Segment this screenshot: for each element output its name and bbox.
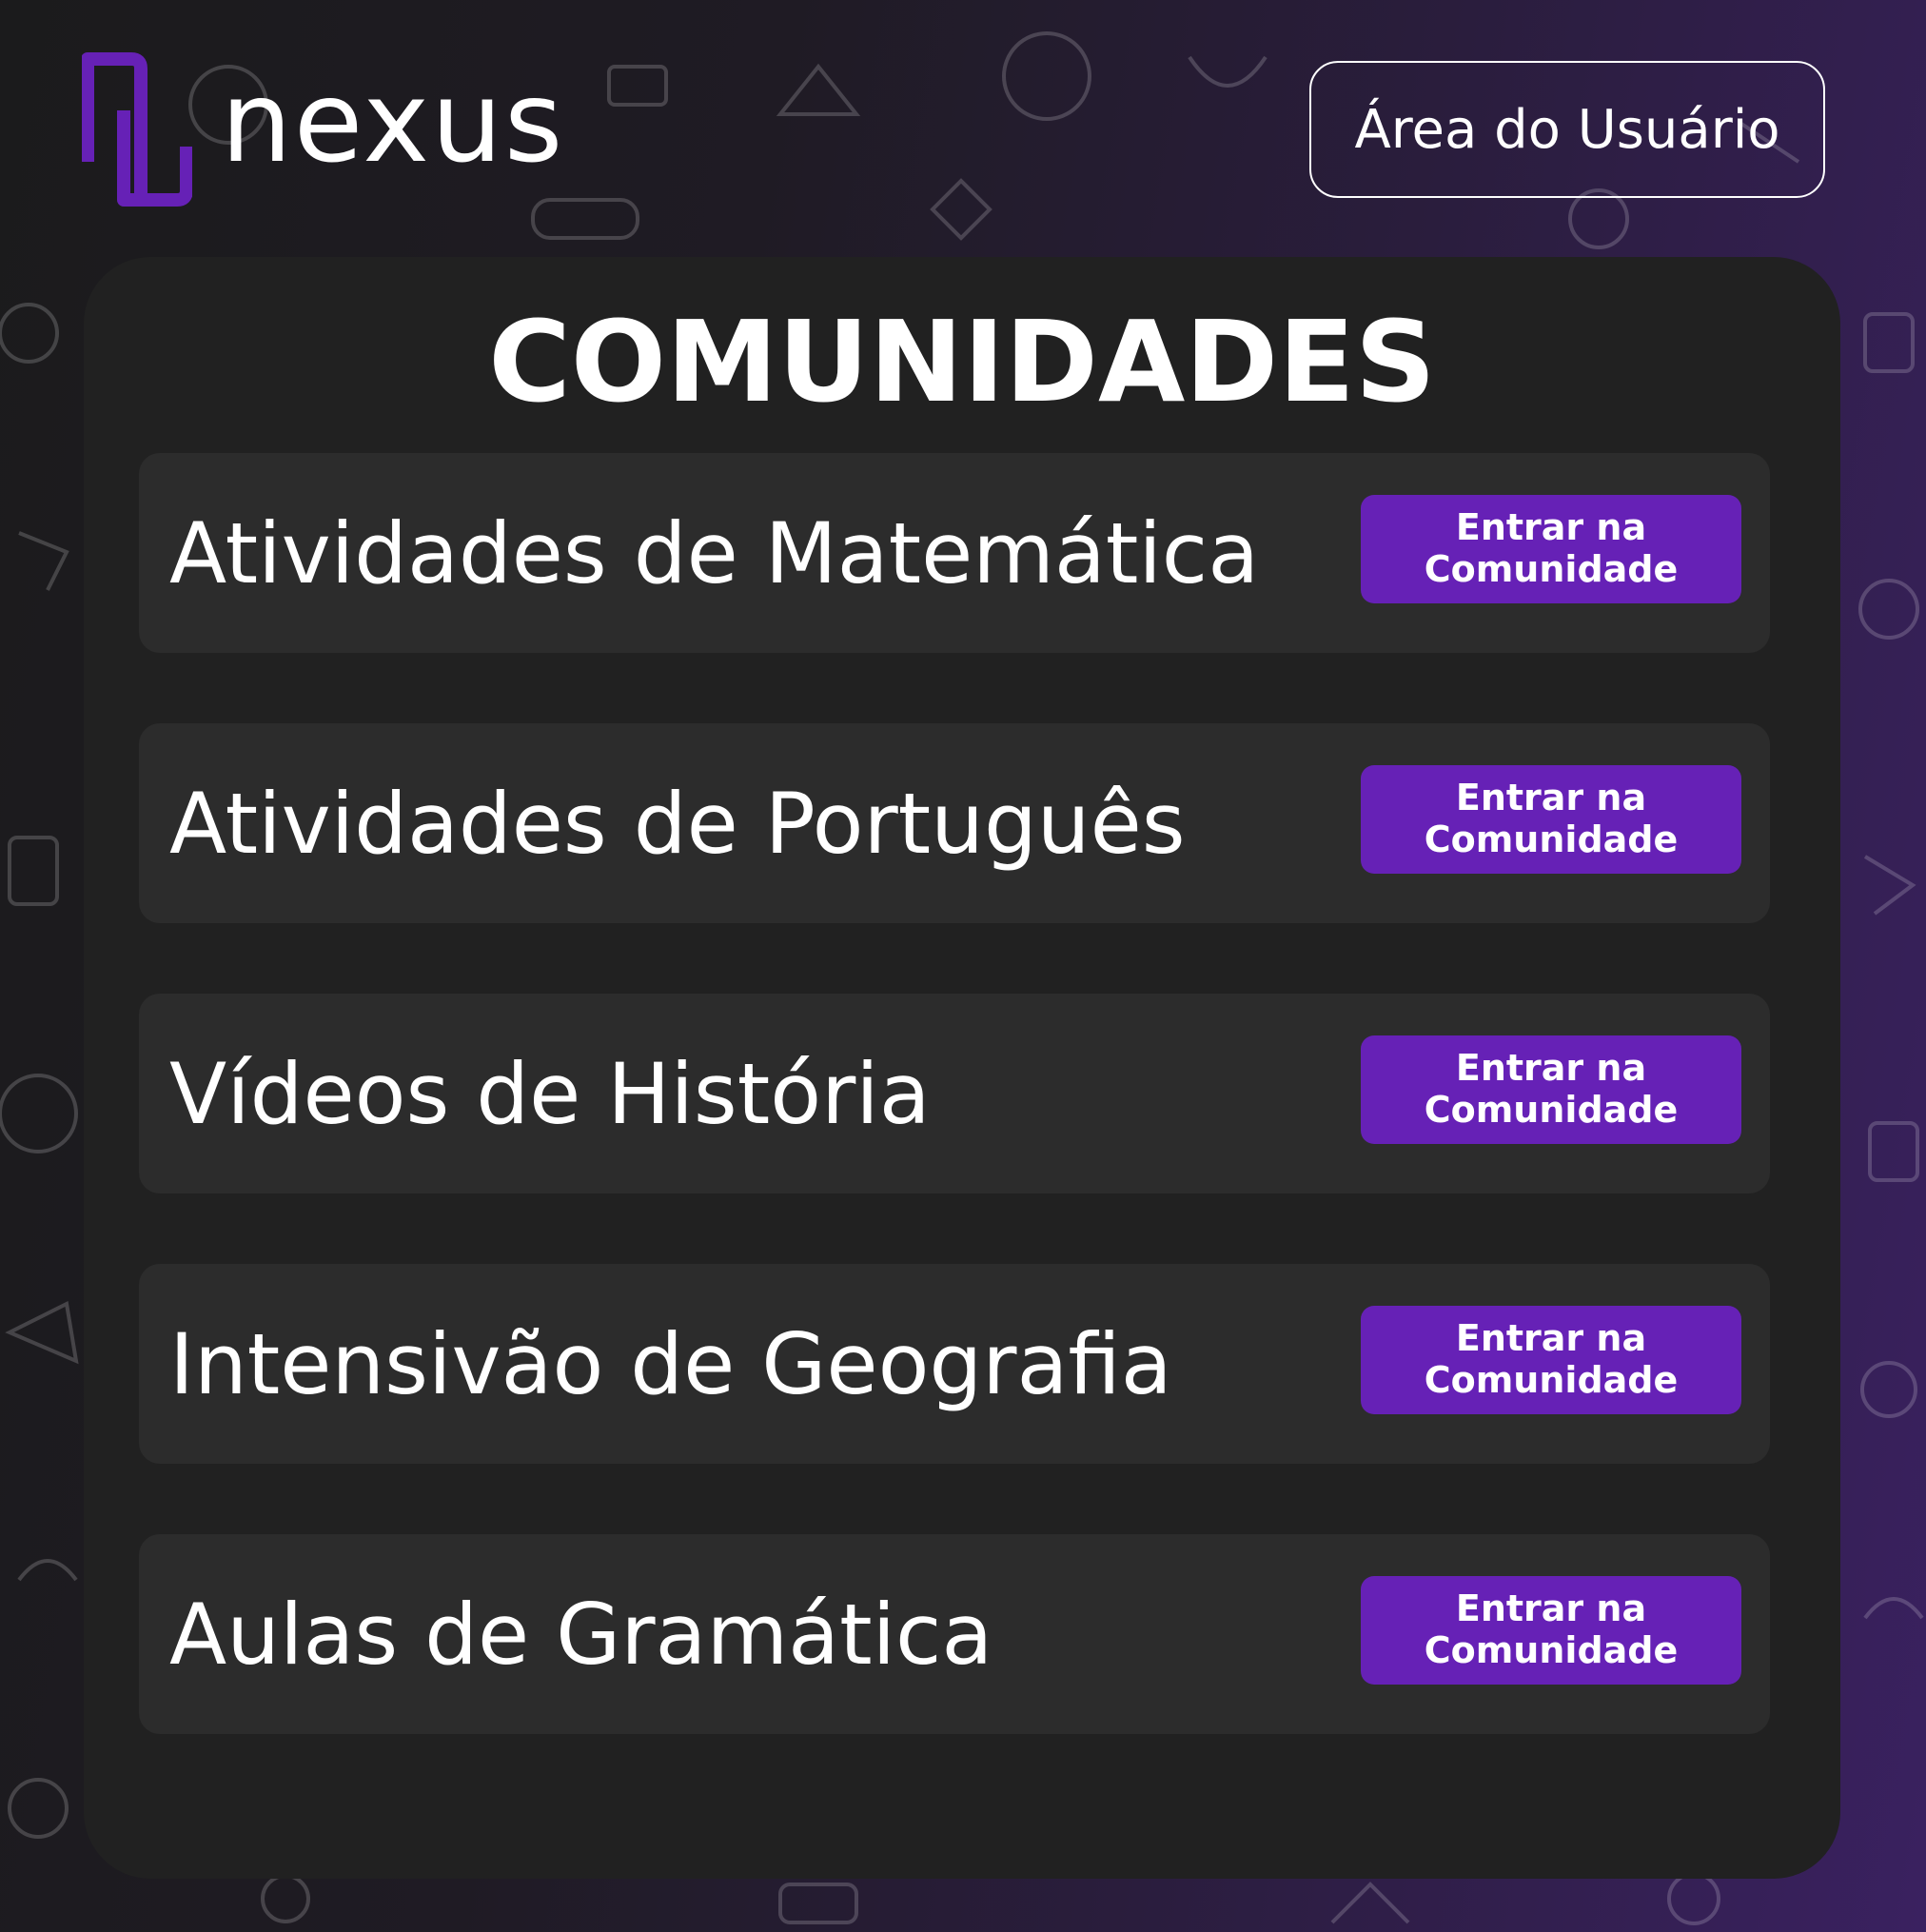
join-button-line2: Comunidade [1424, 1359, 1679, 1401]
community-name: Atividades de Matemática [169, 503, 1260, 602]
join-button-line2: Comunidade [1424, 548, 1679, 590]
join-button-line1: Entrar na [1455, 1587, 1647, 1630]
community-name: Atividades de Português [169, 774, 1186, 873]
join-community-button[interactable]: Entrar na Comunidade [1361, 1306, 1741, 1414]
join-button-line1: Entrar na [1455, 1047, 1647, 1090]
top-header: nexus Área do Usuário [0, 0, 1926, 238]
nexus-logo[interactable]: nexus [82, 51, 564, 207]
communities-panel: COMUNIDADES Atividades de Matemática Ent… [84, 257, 1840, 1879]
community-item: Atividades de Matemática Entrar na Comun… [139, 453, 1770, 653]
community-item: Atividades de Português Entrar na Comuni… [139, 723, 1770, 923]
join-community-button[interactable]: Entrar na Comunidade [1361, 1035, 1741, 1144]
community-item: Intensivão de Geografia Entrar na Comuni… [139, 1264, 1770, 1464]
page-title: COMUNIDADES [488, 296, 1436, 427]
community-name: Vídeos de História [169, 1044, 931, 1143]
user-area-button[interactable]: Área do Usuário [1309, 61, 1825, 198]
join-button-line2: Comunidade [1424, 1089, 1679, 1131]
join-button-line1: Entrar na [1455, 506, 1647, 549]
join-community-button[interactable]: Entrar na Comunidade [1361, 495, 1741, 603]
brand-name: nexus [221, 56, 565, 187]
join-button-line2: Comunidade [1424, 1629, 1679, 1671]
join-button-line2: Comunidade [1424, 818, 1679, 860]
join-community-button[interactable]: Entrar na Comunidade [1361, 765, 1741, 874]
join-button-line1: Entrar na [1455, 777, 1647, 819]
join-community-button[interactable]: Entrar na Comunidade [1361, 1576, 1741, 1685]
community-item: Vídeos de História Entrar na Comunidade [139, 994, 1770, 1193]
join-button-line1: Entrar na [1455, 1317, 1647, 1360]
community-name: Aulas de Gramática [169, 1585, 993, 1684]
nexus-logo-mark-icon [82, 52, 192, 207]
community-list: Atividades de Matemática Entrar na Comun… [139, 453, 1770, 1804]
community-item: Aulas de Gramática Entrar na Comunidade [139, 1534, 1770, 1734]
community-name: Intensivão de Geografia [169, 1314, 1172, 1413]
